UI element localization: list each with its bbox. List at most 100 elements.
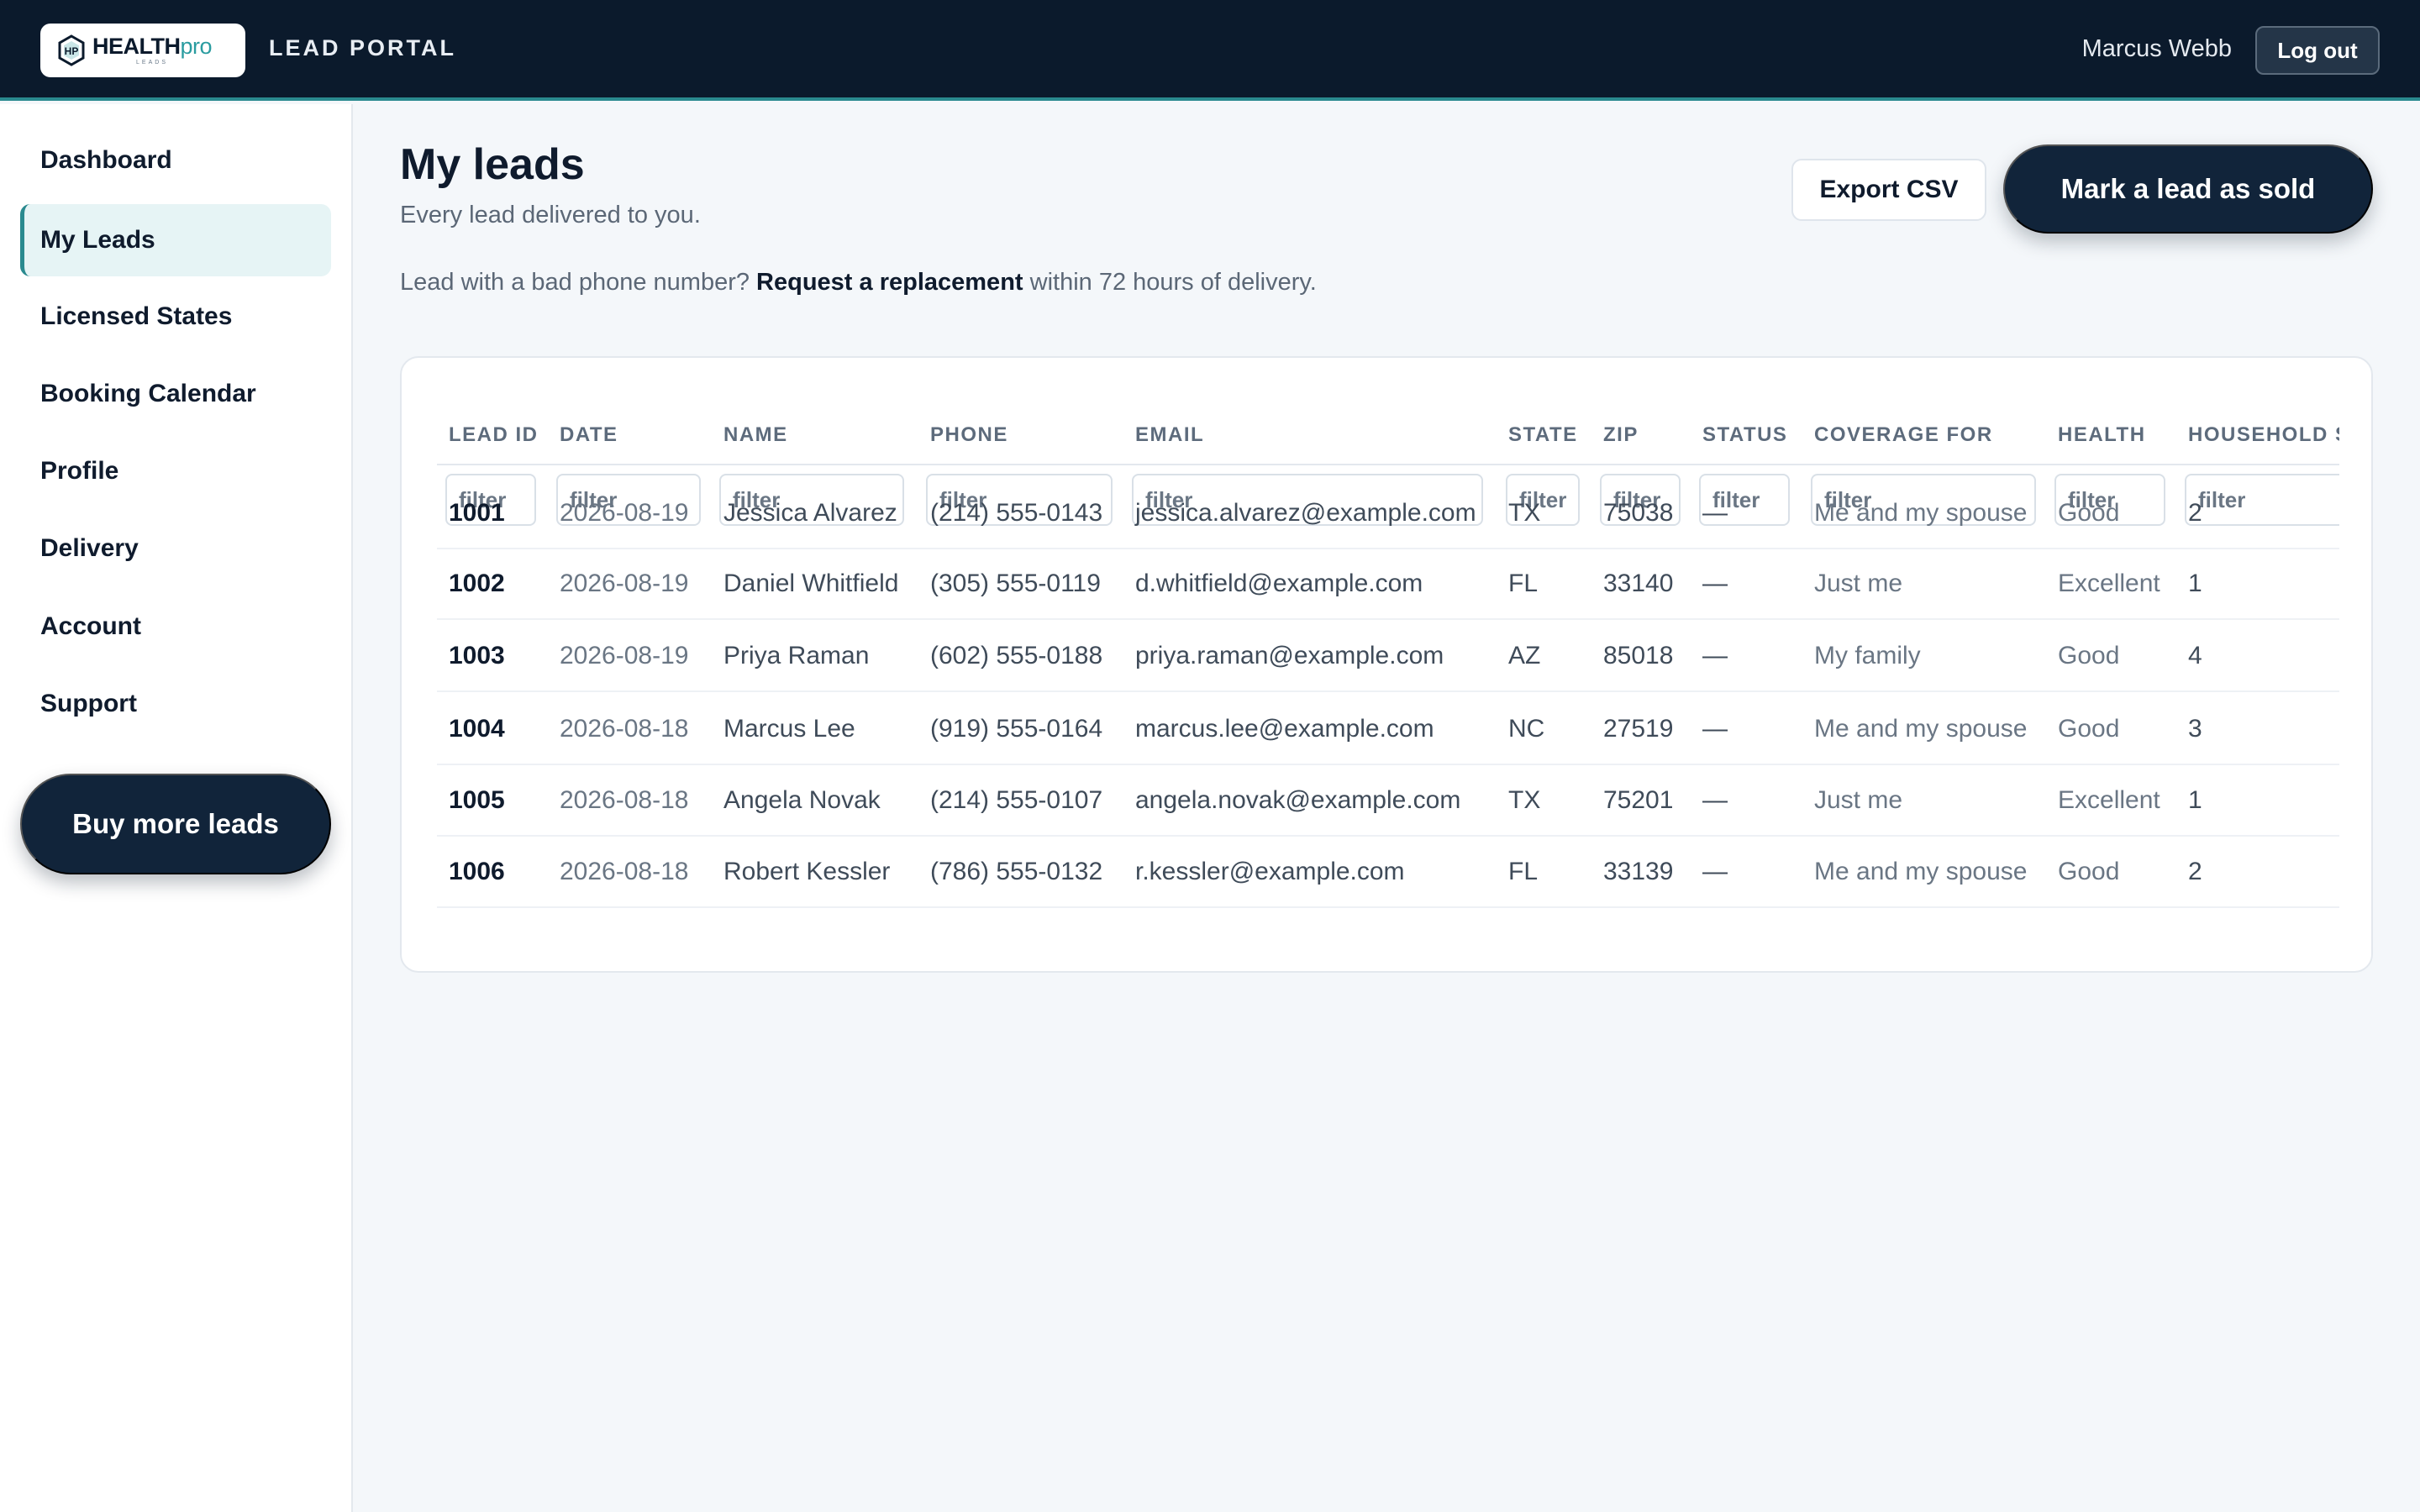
cell-coverage-for: Me and my spouse (1814, 715, 2028, 743)
page-subtitle: Every lead delivered to you. (400, 202, 701, 228)
cell-household-size: 2 (2188, 499, 2202, 527)
cell-name: Robert Kessler (723, 858, 891, 885)
table-row-divider (437, 764, 2339, 765)
cell-state: TX (1508, 499, 1541, 527)
logo-wordmark: HEALTHpro LEADS (92, 34, 213, 66)
user-name: Marcus Webb (2081, 35, 2232, 62)
cell-email: marcus.lee@example.com (1135, 715, 1434, 743)
sidebar-item-dashboard[interactable]: Dashboard (20, 124, 331, 197)
column-header-zip[interactable]: ZIP (1603, 423, 1639, 447)
cell-email: jessica.alvarez@example.com (1135, 499, 1476, 527)
cell-state: TX (1508, 786, 1541, 814)
logo-pro-text: pro (180, 34, 213, 59)
column-header-health[interactable]: HEALTH (2058, 423, 2146, 447)
sidebar: Dashboard My Leads Licensed States Booki… (0, 104, 353, 1512)
notice-prefix: Lead with a bad phone number? (400, 269, 750, 296)
hexagon-logo-icon: HP (58, 34, 85, 66)
buy-more-leads-button[interactable]: Buy more leads (20, 774, 331, 874)
cell-date: 2026-08-19 (560, 570, 689, 597)
cell-phone: (305) 555-0119 (930, 570, 1101, 597)
cell-zip: 27519 (1603, 715, 1674, 743)
table-row-divider (437, 835, 2339, 837)
cell-name: Priya Raman (723, 642, 870, 669)
cell-health: Excellent (2058, 570, 2160, 597)
cell-status: — (1702, 642, 1728, 669)
table-row-divider (437, 906, 2339, 908)
cell-coverage-for: Me and my spouse (1814, 858, 2028, 885)
cell-household-size: 1 (2188, 570, 2202, 597)
logo-sub-text: LEADS (136, 60, 168, 66)
column-header-household-size[interactable]: HOUSEHOLD SIZE (2188, 423, 2339, 447)
cell-status: — (1702, 715, 1728, 743)
cell-email: d.whitfield@example.com (1135, 570, 1423, 597)
cell-phone: (919) 555-0164 (930, 715, 1103, 743)
cell-date: 2026-08-19 (560, 499, 689, 527)
sidebar-item-my-leads[interactable]: My Leads (20, 204, 331, 276)
cell-zip: 33139 (1603, 858, 1674, 885)
cell-date: 2026-08-18 (560, 715, 689, 743)
mark-lead-sold-button[interactable]: Mark a lead as sold (2003, 144, 2373, 234)
cell-zip: 75201 (1603, 786, 1674, 814)
cell-household-size: 1 (2188, 786, 2202, 814)
cell-lead-id: 1005 (449, 786, 505, 814)
cell-email: r.kessler@example.com (1135, 858, 1405, 885)
leads-table: LEAD ID DATE NAME PHONE EMAIL STATE ZIP STATUS C… (437, 390, 2339, 944)
cell-lead-id: 1002 (449, 570, 505, 597)
column-header-lead-id[interactable]: LEAD ID (449, 423, 539, 447)
cell-status: — (1702, 570, 1728, 597)
cell-household-size: 4 (2188, 642, 2202, 669)
cell-household-size: 3 (2188, 715, 2202, 743)
logo-health-text: HEALTH (92, 34, 181, 59)
cell-name: Jessica Alvarez (723, 499, 897, 527)
column-header-email[interactable]: EMAIL (1135, 423, 1204, 447)
cell-phone: (786) 555-0132 (930, 858, 1103, 885)
cell-status: — (1702, 499, 1728, 527)
replacement-notice: Lead with a bad phone number? Request a … (400, 269, 1317, 297)
cell-date: 2026-08-18 (560, 786, 689, 814)
cell-zip: 75038 (1603, 499, 1674, 527)
cell-state: FL (1508, 570, 1539, 597)
leads-table-card: LEAD ID DATE NAME PHONE EMAIL STATE ZIP STATUS C… (400, 356, 2373, 973)
sidebar-item-licensed-states[interactable]: Licensed States (20, 281, 331, 353)
cell-health: Excellent (2058, 786, 2160, 814)
cell-zip: 85018 (1603, 642, 1674, 669)
sidebar-item-booking-calendar[interactable]: Booking Calendar (20, 358, 331, 430)
top-bar: HP HEALTHpro LEADS LEAD PORTAL Marcus We… (0, 0, 2420, 101)
cell-lead-id: 1004 (449, 715, 505, 743)
cell-coverage-for: Me and my spouse (1814, 499, 2028, 527)
column-header-coverage-for[interactable]: COVERAGE FOR (1814, 423, 1993, 447)
cell-state: AZ (1508, 642, 1541, 669)
column-header-date[interactable]: DATE (560, 423, 618, 447)
cell-coverage-for: Just me (1814, 570, 1903, 597)
cell-lead-id: 1003 (449, 642, 505, 669)
column-header-phone[interactable]: PHONE (930, 423, 1008, 447)
header-divider (437, 464, 2339, 465)
sidebar-item-profile[interactable]: Profile (20, 435, 331, 507)
cell-health: Good (2058, 499, 2120, 527)
cell-name: Angela Novak (723, 786, 881, 814)
cell-name: Daniel Whitfield (723, 570, 899, 597)
filter-input-household-size[interactable] (2185, 474, 2339, 526)
cell-name: Marcus Lee (723, 715, 855, 743)
cell-state: FL (1508, 858, 1539, 885)
column-header-name[interactable]: NAME (723, 423, 788, 447)
cell-zip: 33140 (1603, 570, 1674, 597)
cell-coverage-for: Just me (1814, 786, 1903, 814)
sidebar-item-delivery[interactable]: Delivery (20, 512, 331, 585)
brand-logo[interactable]: HP HEALTHpro LEADS (40, 24, 245, 77)
svg-text:HP: HP (65, 45, 79, 57)
notice-suffix: within 72 hours of delivery. (1029, 269, 1317, 296)
sidebar-item-account[interactable]: Account (20, 591, 331, 663)
sidebar-item-support[interactable]: Support (20, 668, 331, 740)
table-row-divider (437, 618, 2339, 620)
logout-button[interactable]: Log out (2255, 26, 2380, 75)
column-header-status[interactable]: STATUS (1702, 423, 1787, 447)
export-csv-button[interactable]: Export CSV (1791, 159, 1986, 221)
cell-coverage-for: My family (1814, 642, 1921, 669)
page-title: My leads (400, 140, 585, 189)
cell-health: Good (2058, 715, 2120, 743)
request-replacement-link[interactable]: Request a replacement (756, 269, 1023, 296)
column-header-state[interactable]: STATE (1508, 423, 1578, 447)
cell-phone: (214) 555-0143 (930, 499, 1103, 527)
cell-lead-id: 1001 (449, 499, 505, 527)
